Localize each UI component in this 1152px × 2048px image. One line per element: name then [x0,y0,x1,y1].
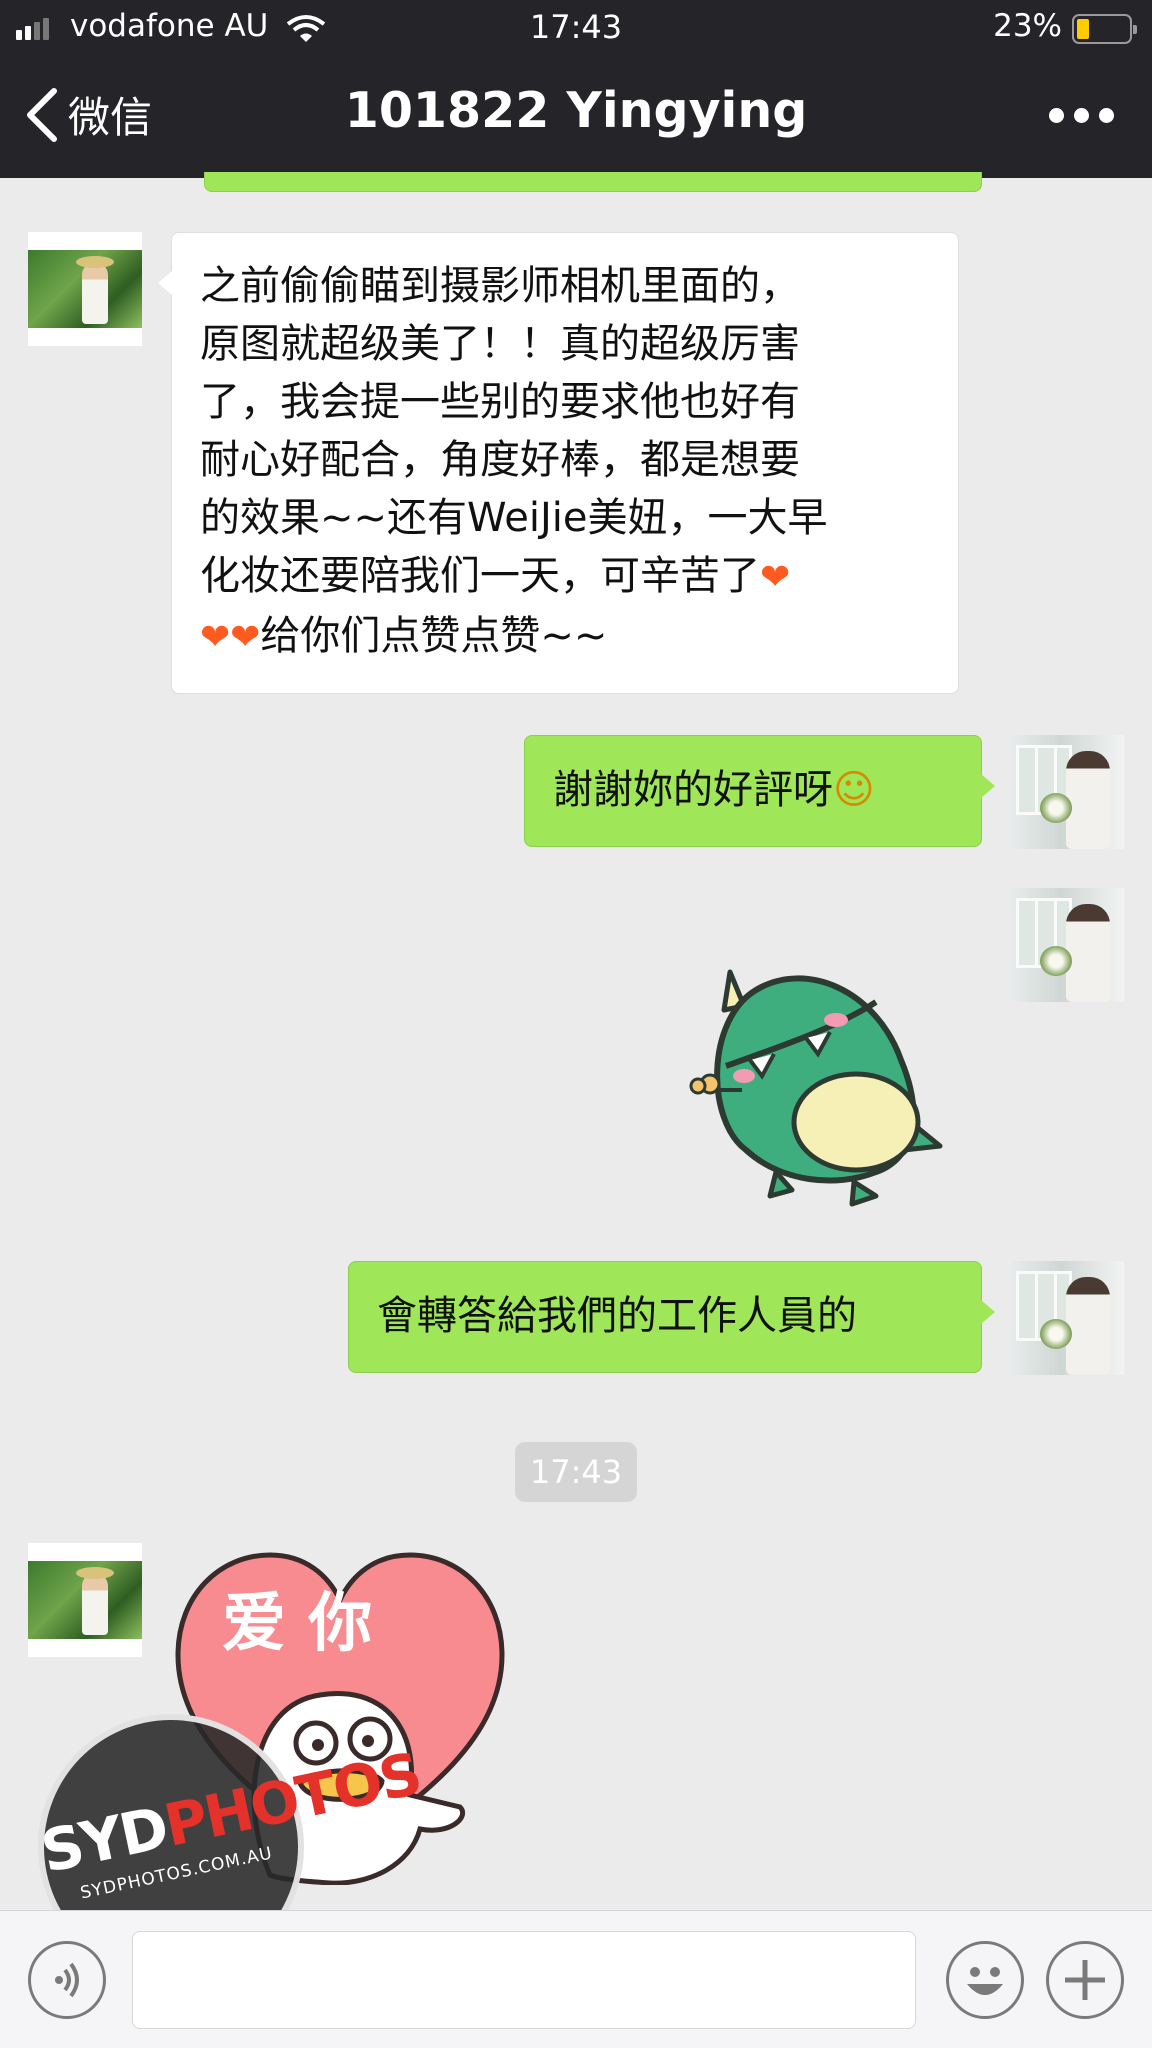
message-bubble-received[interactable]: 之前偷偷瞄到摄影师相机里面的， 原图就超级美了！！真的超级厉害 了，我会提一些别… [158,232,959,694]
message-line: 给你们点赞点赞~~ [260,613,608,659]
battery-level [1077,19,1089,39]
message-line: 之前偷偷瞄到摄影师相机里面的， [200,263,800,309]
sticker-text: 爱 你 [222,1587,372,1661]
smiley-face-icon [967,1967,1003,1995]
my-avatar[interactable] [1010,735,1124,849]
message-text: 會轉答給我們的工作人員的 [377,1293,857,1339]
input-bar [0,1910,1152,2048]
message-line: 原图就超级美了！！真的超级厉害 [200,321,800,367]
heart-emoji-icon: ❤ [230,617,261,658]
message-text: 謝謝妳的好評呀 [553,767,833,813]
message-line: 化妆还要陪我们一天，可辛苦了 [200,553,760,599]
voice-icon[interactable] [28,1941,106,2019]
heart-emoji-icon: ❤ [200,617,231,658]
green-dinosaur-sticker[interactable] [686,950,956,1210]
smiling-face-emoji-icon: ☺ [833,767,875,813]
message-bubble-sent[interactable]: 會轉答給我們的工作人員的 [348,1261,995,1373]
status-time: 17:43 [529,8,623,46]
plus-sign-icon [1065,1960,1105,2000]
chat-title: 101822 Yingying [344,82,808,139]
voice-wave-icon [55,1962,79,1998]
timestamp-badge: 17:43 [515,1442,637,1502]
emoji-icon[interactable] [946,1941,1024,2019]
plus-icon[interactable] [1046,1941,1124,2019]
message-input[interactable] [132,1931,916,2029]
battery-percent: 23% [993,8,1062,44]
previous-message-bubble [204,172,982,192]
message-line: 的效果~~还有WeiJie美妞，一大早 [200,495,828,541]
my-avatar[interactable] [1010,1261,1124,1375]
more-dots-icon[interactable] [1049,108,1114,123]
message-line: 耐心好配合，角度好棒，都是想要 [200,437,800,483]
contact-avatar[interactable] [28,1543,142,1657]
my-avatar[interactable] [1010,888,1124,1002]
battery-icon [1072,14,1137,44]
message-bubble-sent[interactable]: 謝謝妳的好評呀☺ [524,735,995,847]
heart-emoji-icon: ❤ [760,557,791,598]
message-line: 了，我会提一些别的要求他也好有 [200,379,800,425]
top-bar: vodafone AU 17:43 23% 微信 101822 Yingying [0,0,1152,178]
contact-avatar[interactable] [28,232,142,346]
